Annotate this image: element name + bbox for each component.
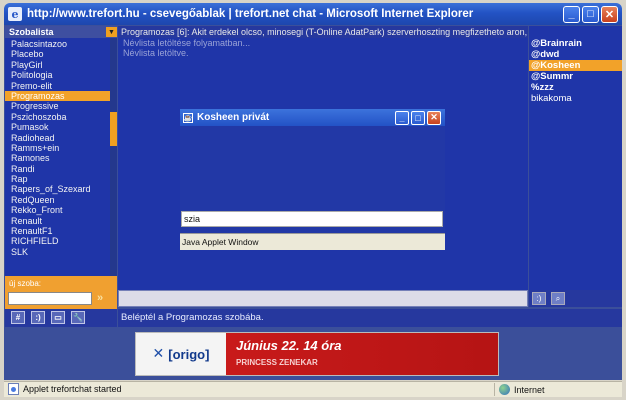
room-list-item[interactable]: Politologia [5,70,110,80]
user-list-item[interactable]: @Brainrain [529,38,622,49]
private-chat-titlebar[interactable]: ☕ Kosheen privát _ □ ✕ [180,109,445,126]
settings-icon[interactable]: 🔧 [71,311,85,324]
room-list-header: Szobalista ▼ [5,26,117,38]
user-tools: :) ⌕ [529,290,622,307]
room-list-item[interactable]: RenaultF1 [5,226,110,236]
room-list-item[interactable]: Placebo [5,49,110,59]
user-list-item[interactable]: @Kosheen [529,60,622,71]
window-titlebar[interactable]: e http://www.trefort.hu - csevegőablak |… [4,3,622,25]
window-title: http://www.trefort.hu - csevegőablak | t… [27,8,474,20]
user-list-item[interactable]: @Summr [529,71,622,82]
minimize-button[interactable]: _ [563,5,580,23]
banner-subtitle: PRINCESS ZENEKAR [236,358,318,367]
zone-text: Internet [514,384,545,395]
java-icon: ☕ [183,112,193,123]
security-zone: Internet [494,383,620,396]
room-list-item[interactable]: Renault [5,216,110,226]
chat-message-input[interactable] [118,290,528,307]
maximize-button[interactable]: □ [582,5,599,23]
room-topic: Programozas [6]: Akit erdekel olcso, min… [118,26,528,38]
ad-banner[interactable]: ✕ [origo] Június 22. 14 óra PRINCESS ZEN… [135,332,499,376]
banner-date: Június 22. 14 óra [236,338,342,353]
private-chat-window[interactable]: ☕ Kosheen privát _ □ ✕ szia Java Applet … [180,109,445,250]
emoticon-button[interactable]: :) [31,311,45,324]
chat-toolbar: # :) ▭ 🔧 [5,309,117,327]
chat-log-line: Névlista letöltése folyamatban... [123,38,251,48]
room-list-item[interactable]: Pszichoszoba [5,112,110,122]
globe-icon [499,384,510,395]
user-list: @Brainrain @dwd @Kosheen @Summr %zzz bikakoma [529,38,622,104]
room-list-item[interactable]: RICHFIELD [5,236,110,246]
status-text: Applet trefortchat started [23,384,122,394]
room-list-item[interactable]: Rekko_Front [5,205,110,215]
room-list: Palacsintazoo Placebo PlayGirl Politologia P… [5,39,110,257]
new-room-label: új szoba: [9,279,42,288]
window-icon[interactable]: ▭ [51,311,65,324]
smiley-icon[interactable]: :) [532,292,546,305]
search-user-icon[interactable]: ⌕ [551,292,565,305]
room-list-item[interactable]: Ramones [5,153,110,163]
browser-statusbar: Applet trefortchat started Internet [4,381,622,397]
private-chat-title: Kosheen privát [197,112,270,123]
java-applet-warning: Java Applet Window [180,233,445,250]
room-list-dropdown-icon[interactable]: ▼ [106,27,117,37]
new-room-input[interactable] [8,292,92,305]
banner-event: Június 22. 14 óra PRINCESS ZENEKAR [226,333,498,375]
private-close-button[interactable]: ✕ [427,110,441,125]
banner-logo-area: ✕ [origo] [136,333,226,375]
user-list-item[interactable]: %zzz [529,82,622,93]
user-list-item[interactable]: @dwd [529,49,622,60]
page-icon [8,383,19,395]
room-list-item[interactable]: SLK [5,247,110,257]
private-minimize-button[interactable]: _ [395,110,409,125]
scrollbar-thumb[interactable] [110,112,117,146]
close-button[interactable]: ✕ [601,5,618,23]
room-list-item[interactable]: Ramms+ein [5,143,110,153]
room-list-item[interactable]: Palacsintazoo [5,39,110,49]
hash-button[interactable]: # [11,311,25,324]
room-list-item[interactable]: PlayGirl [5,60,110,70]
user-list-item[interactable]: bikakoma [529,93,622,104]
room-list-panel: Szobalista ▼ Palacsintazoo Placebo PlayGir… [5,26,117,309]
chat-status-message: Beléptél a Programozas szobába. [118,309,622,327]
chat-log-line: Névlista letöltve. [123,48,189,58]
room-list-item[interactable]: Programozas [5,90,110,102]
room-list-item[interactable]: Progressive [5,101,110,111]
room-list-scrollbar[interactable] [110,38,117,286]
origo-logo-icon: ✕ [152,346,165,362]
new-room-box: új szoba: » [5,276,117,309]
room-list-item[interactable]: Premo-elit [5,81,110,91]
room-list-title: Szobalista [9,27,54,37]
private-chat-log [181,126,444,216]
room-list-item[interactable]: Radiohead [5,133,110,143]
room-list-item[interactable]: Randi [5,164,110,174]
private-maximize-button[interactable]: □ [411,110,425,125]
private-message-input[interactable]: szia [181,211,443,227]
room-list-item[interactable]: Rap [5,174,110,184]
ie-icon: e [8,7,22,21]
room-list-item[interactable]: Pumasok [5,122,110,132]
user-list-panel: @Brainrain @dwd @Kosheen @Summr %zzz bikakoma [529,26,622,290]
new-room-go-button[interactable]: » [97,292,103,304]
banner-brand: [origo] [168,346,210,362]
room-list-item[interactable]: Rapers_of_Szexard [5,184,110,194]
room-list-item[interactable]: RedQueen [5,195,110,205]
